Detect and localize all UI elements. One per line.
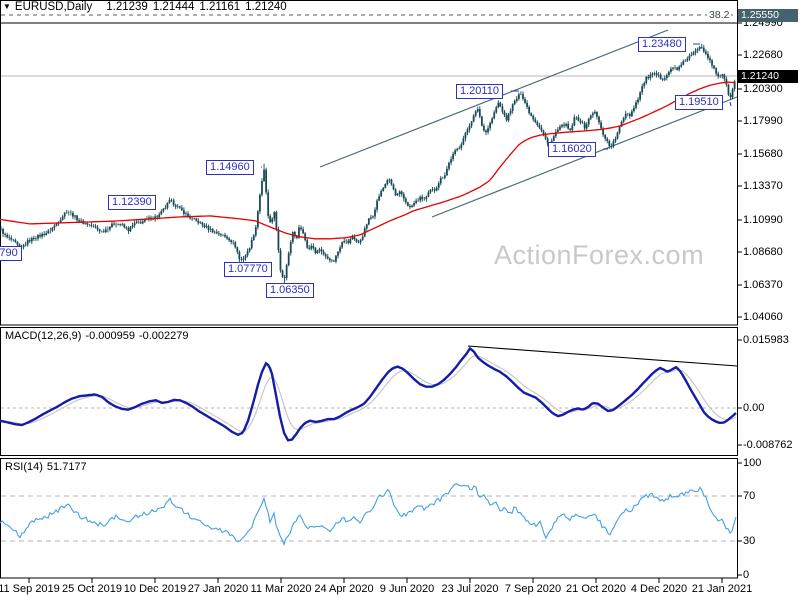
rsi-value: 51.7177 xyxy=(46,461,87,473)
moving-average-line xyxy=(0,81,736,240)
macd-signal-line xyxy=(0,355,737,432)
rsi-name: RSI(14) xyxy=(5,461,43,473)
rsi-indicator-label: RSI(14) 51.7177 xyxy=(5,461,91,473)
price-close: 1.21240 xyxy=(245,1,287,13)
channel-lower xyxy=(431,96,738,218)
macd-main-line xyxy=(0,346,737,442)
macd-indicator-label: MACD(12,26,9) -0.000959 -0.002279 xyxy=(5,330,193,342)
macd-signal-value: -0.002279 xyxy=(138,330,189,342)
chart-plot xyxy=(0,0,742,583)
forex-chart-window: { "header": {"symbol":"EURUSD,Daily","op… xyxy=(0,0,800,600)
price-low: 1.21161 xyxy=(199,1,241,13)
price-open: 1.21239 xyxy=(106,1,148,13)
symbol-timeframe: EURUSD,Daily xyxy=(14,1,93,13)
macd-name: MACD(12,26,9) xyxy=(5,330,82,342)
callout-pointer xyxy=(729,101,732,107)
macd-value: -0.000959 xyxy=(85,330,135,342)
dropdown-triangle-icon: ▼ xyxy=(3,2,11,11)
fib-38-2-label: 38.2 xyxy=(707,9,732,21)
macd-panel-border xyxy=(0,327,738,456)
rsi-line xyxy=(0,483,737,547)
chart-title-bar: ▼ EURUSD,Daily 1.21239 1.21444 1.21161 1.2124… xyxy=(3,1,287,13)
price-high: 1.21444 xyxy=(152,1,195,13)
main-panel-border xyxy=(0,0,738,326)
macd-down-trendline xyxy=(467,345,738,367)
channel-upper xyxy=(319,29,669,168)
